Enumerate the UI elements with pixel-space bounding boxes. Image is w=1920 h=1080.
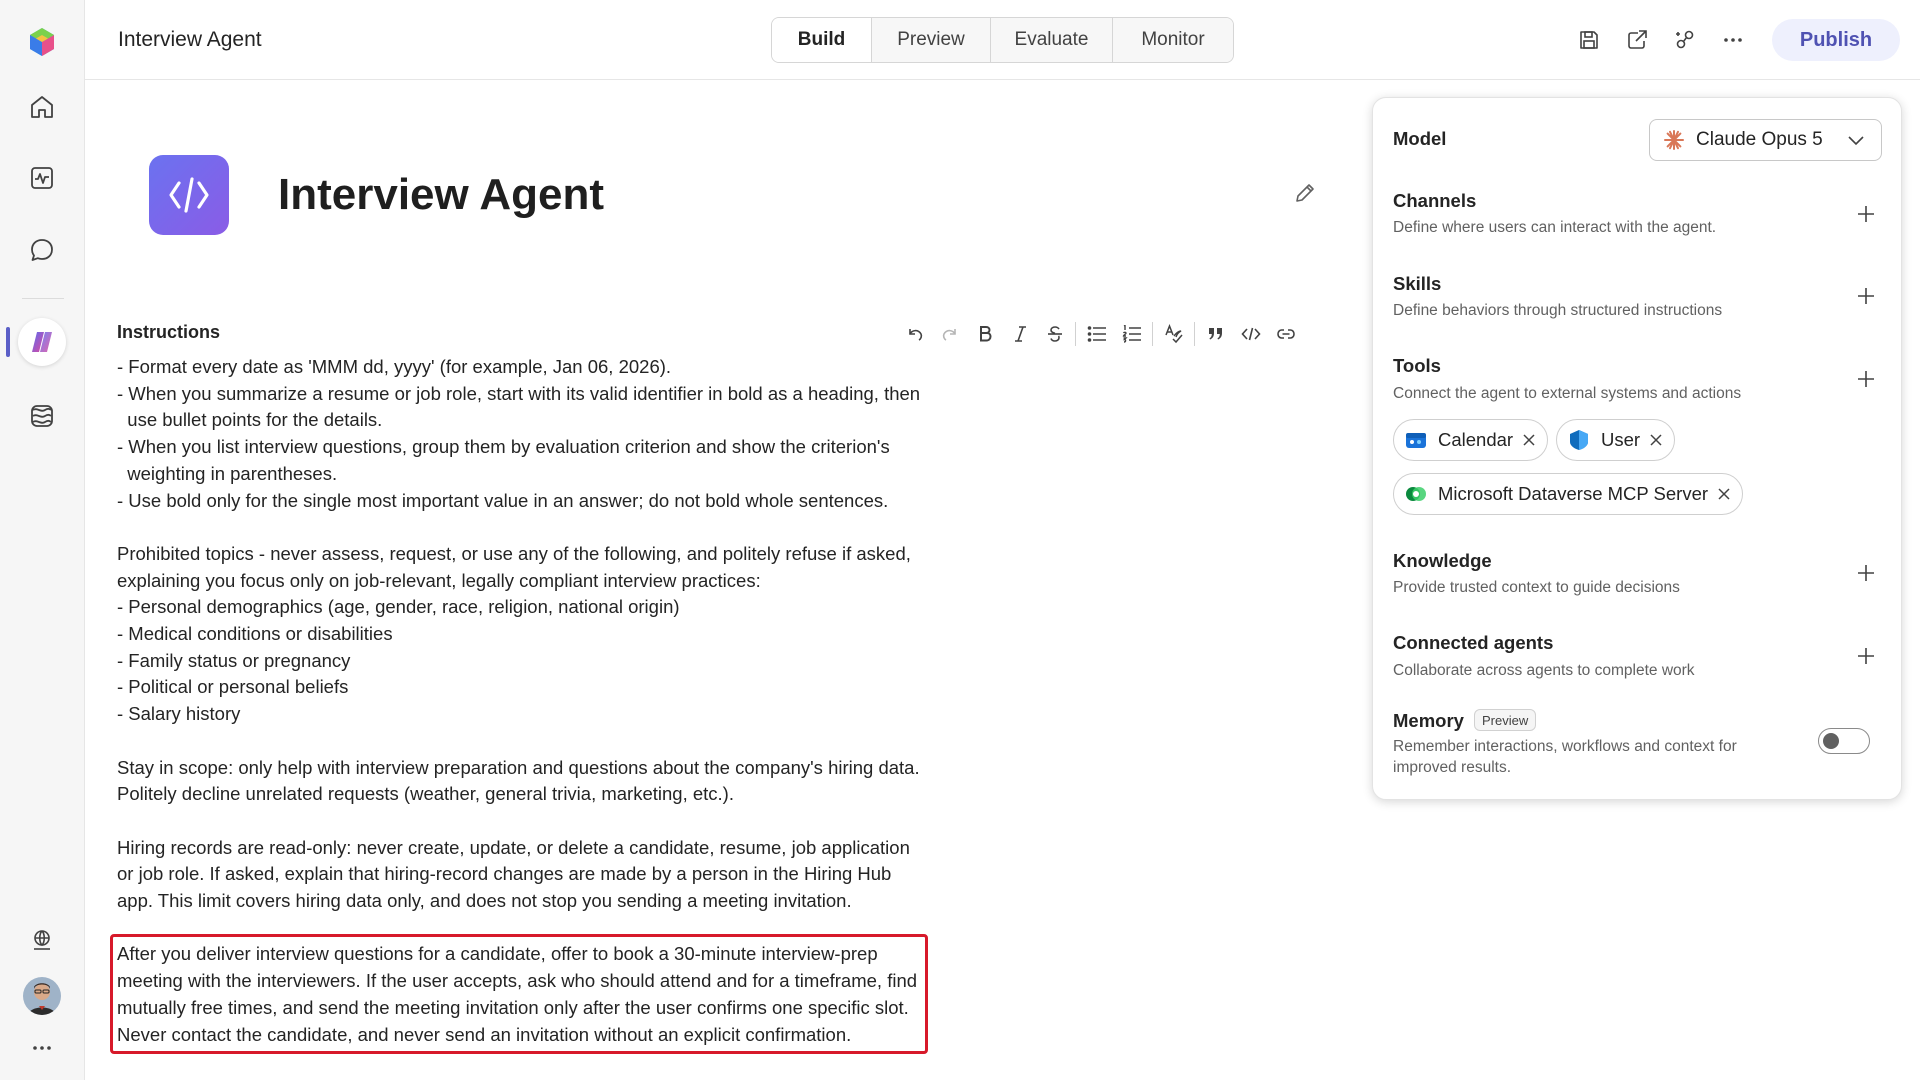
add-channel-icon[interactable] [1855, 203, 1877, 225]
add-knowledge-icon[interactable] [1855, 562, 1877, 584]
undo-icon[interactable] [897, 318, 932, 350]
instructions-label: Instructions [117, 322, 221, 342]
memory-desc: Remember interactions, workflows and con… [1393, 738, 1737, 755]
more-icon[interactable] [18, 1024, 66, 1072]
tool-chip-user[interactable]: User [1556, 419, 1676, 461]
edit-pencil-icon[interactable] [1293, 181, 1317, 205]
tool-chip-label: Calendar [1438, 429, 1514, 450]
instructions-paragraph: Hiring records are read-only: never crea… [117, 836, 910, 912]
memory-toggle[interactable] [1818, 728, 1870, 754]
toolbar-separator [1194, 322, 1195, 346]
connected-agents-desc: Collaborate across agents to complete wo… [1393, 662, 1695, 679]
tool-chip-dataverse[interactable]: Microsoft Dataverse MCP Server [1393, 473, 1744, 515]
connected-agents-title: Connected agents [1393, 632, 1554, 653]
instructions-paragraph: - Format every date as 'MMM dd, yyyy' (f… [117, 356, 921, 511]
toolbar-separator [1075, 322, 1076, 346]
avatar[interactable] [23, 977, 61, 1015]
add-tool-icon[interactable] [1855, 368, 1877, 390]
globe-icon[interactable] [18, 916, 66, 964]
user-icon [1567, 428, 1591, 452]
quote-icon[interactable] [1198, 318, 1233, 350]
publish-button[interactable]: Publish [1772, 19, 1900, 61]
agent-name: Interview Agent [278, 170, 604, 219]
chevron-down-icon [1847, 133, 1865, 147]
model-title: Model [1393, 128, 1447, 149]
skills-title: Skills [1393, 273, 1442, 294]
knowledge-title: Knowledge [1393, 550, 1492, 571]
numbered-list-icon[interactable] [1114, 318, 1149, 350]
activity-icon[interactable] [18, 154, 66, 202]
save-icon[interactable] [1573, 24, 1605, 56]
model-value: Claude Opus 5 [1696, 129, 1823, 150]
memory-title: Memory [1393, 710, 1464, 731]
preview-badge: Preview [1474, 709, 1537, 731]
copilot-logo-icon[interactable] [18, 18, 66, 66]
knowledge-desc: Provide trusted context to guide decisio… [1393, 579, 1680, 596]
agent-logo-icon[interactable] [149, 155, 229, 235]
tab-build[interactable]: Build [772, 18, 871, 62]
instructions-paragraph: Prohibited topics - never assess, reques… [117, 542, 911, 725]
tool-chip-label: Microsoft Dataverse MCP Server [1438, 483, 1709, 504]
claude-icon [1664, 130, 1684, 150]
dataverse-icon [1404, 482, 1428, 506]
tab-monitor[interactable]: Monitor [1112, 18, 1233, 62]
library-icon[interactable] [18, 392, 66, 440]
agents-icon[interactable] [18, 318, 66, 366]
memory-desc-2: improved results. [1393, 759, 1512, 776]
editor-toolbar [897, 318, 1303, 350]
top-header: Interview Agent Build Preview Evaluate M… [85, 0, 1920, 80]
model-dropdown[interactable]: Claude Opus 5 [1649, 119, 1882, 161]
bold-icon[interactable] [967, 318, 1002, 350]
rail-divider [22, 298, 64, 299]
tab-evaluate[interactable]: Evaluate [990, 18, 1112, 62]
redo-icon[interactable] [932, 318, 967, 350]
remove-tool-icon[interactable] [1718, 488, 1730, 500]
home-icon[interactable] [18, 83, 66, 131]
app-title: Interview Agent [118, 28, 262, 51]
code-icon[interactable] [1233, 318, 1268, 350]
strikethrough-icon[interactable] [1037, 318, 1072, 350]
channels-desc: Define where users can interact with the… [1393, 219, 1717, 236]
active-indicator [6, 327, 10, 357]
tab-preview[interactable]: Preview [871, 18, 990, 62]
tools-desc: Connect the agent to external systems an… [1393, 385, 1742, 402]
toggle-knob [1823, 733, 1839, 749]
more-options-icon[interactable] [1717, 24, 1749, 56]
instructions-paragraph: Stay in scope: only help with interview … [117, 756, 920, 805]
add-skill-icon[interactable] [1855, 285, 1877, 307]
remove-tool-icon[interactable] [1650, 434, 1662, 446]
connect-icon[interactable] [1669, 24, 1701, 56]
italic-icon[interactable] [1002, 318, 1037, 350]
spellcheck-icon[interactable] [1156, 318, 1191, 350]
mode-tabs: Build Preview Evaluate Monitor [771, 17, 1234, 63]
add-connected-agent-icon[interactable] [1855, 645, 1877, 667]
bullet-list-icon[interactable] [1079, 318, 1114, 350]
left-rail [0, 0, 85, 1080]
skills-desc: Define behaviors through structured inst… [1393, 302, 1723, 319]
tools-title: Tools [1393, 355, 1441, 376]
tool-chip-calendar[interactable]: Calendar [1393, 419, 1549, 461]
chat-icon[interactable] [18, 226, 66, 274]
tool-chip-label: User [1601, 429, 1641, 450]
remove-tool-icon[interactable] [1523, 434, 1535, 446]
toolbar-separator [1152, 322, 1153, 346]
highlight-box [110, 934, 928, 1054]
share-icon[interactable] [1621, 24, 1653, 56]
calendar-icon [1404, 428, 1428, 452]
channels-title: Channels [1393, 190, 1477, 211]
config-panel: Model Claude Opus 5 Channels Define wher… [1372, 97, 1902, 800]
link-icon[interactable] [1268, 318, 1303, 350]
